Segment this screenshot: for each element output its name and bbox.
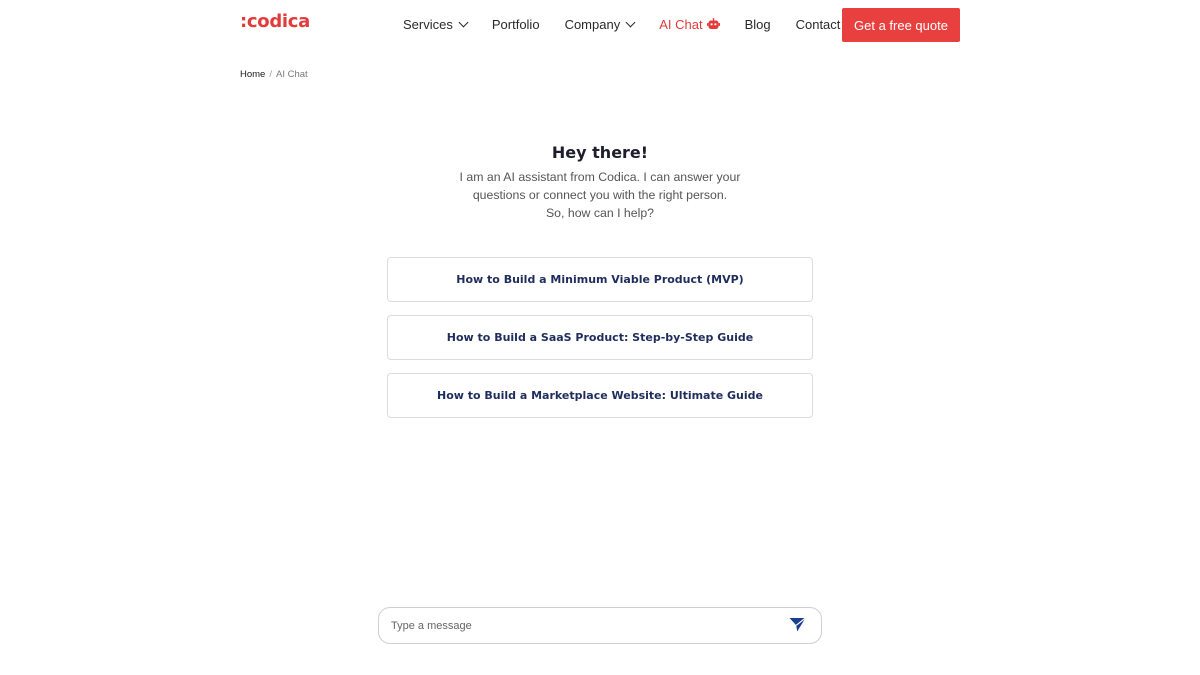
get-quote-button[interactable]: Get a free quote [842,8,960,42]
nav-item-label: Portfolio [491,16,540,32]
breadcrumb-separator: / [269,69,272,80]
nav-item-label: Company [564,16,621,32]
chevron-down-icon [458,17,469,27]
send-icon [789,617,806,635]
site-header: :codica Services Portfolio Company AI Ch… [0,0,1200,50]
suggestion-marketplace[interactable]: How to Build a Marketplace Website: Ulti… [387,373,813,418]
send-button[interactable] [777,608,817,643]
suggestion-label: How to Build a Minimum Viable Product (M… [456,273,744,286]
page: :codica Services Portfolio Company AI Ch… [0,0,1200,675]
intro-line-3: So, how can I help? [545,206,654,220]
logo[interactable]: :codica [240,11,310,32]
message-composer [378,607,822,644]
robot-icon [706,18,720,30]
nav-item-company[interactable]: Company [564,16,636,32]
nav-item-label: Blog [744,16,771,32]
intro-line-1: I am an AI assistant from Codica. I can … [459,170,741,184]
suggestion-list: How to Build a Minimum Viable Product (M… [387,257,813,431]
main-nav: Services Portfolio Company AI Chat Blog … [403,0,865,48]
nav-item-blog[interactable]: Blog [745,17,771,32]
intro-title: Hey there! [551,143,649,162]
suggestion-mvp[interactable]: How to Build a Minimum Viable Product (M… [387,257,813,302]
breadcrumb-current: AI Chat [275,69,308,80]
message-input[interactable] [379,608,777,643]
breadcrumb: Home / AI Chat [240,69,308,80]
suggestion-label: How to Build a Marketplace Website: Ulti… [437,389,763,402]
suggestion-saas[interactable]: How to Build a SaaS Product: Step-by-Ste… [387,315,813,360]
nav-item-contact[interactable]: Contact [796,17,841,32]
nav-item-services[interactable]: Services [403,16,469,32]
nav-item-label: Contact [795,16,841,32]
nav-item-portfolio[interactable]: Portfolio [492,17,540,32]
intro-line-2: questions or connect you with the right … [472,188,728,202]
chat-intro: Hey there! I am an AI assistant from Cod… [380,143,820,222]
nav-item-ai-chat[interactable]: AI Chat [659,16,720,32]
suggestion-label: How to Build a SaaS Product: Step-by-Ste… [446,331,754,344]
breadcrumb-home-link[interactable]: Home [240,69,265,80]
nav-item-label: AI Chat [659,16,703,32]
chevron-down-icon [625,17,636,27]
nav-item-label: Services [403,16,453,32]
